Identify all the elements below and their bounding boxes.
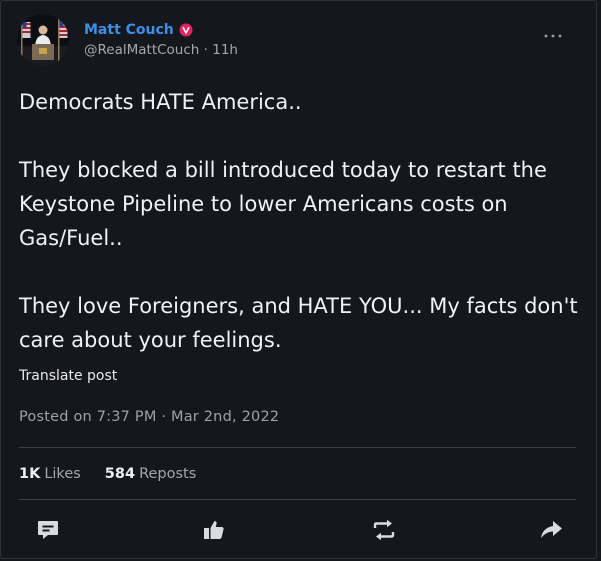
divider xyxy=(19,499,576,500)
comment-icon xyxy=(38,521,58,539)
post-card: Matt Couch @RealMattCouch · 11h Democrat… xyxy=(0,0,597,559)
translate-post-link[interactable]: Translate post xyxy=(19,368,117,384)
likes-label: Likes xyxy=(44,466,81,482)
reposts-label: Reposts xyxy=(139,466,197,482)
author-handle[interactable]: @RealMattCouch xyxy=(84,42,199,58)
share-arrow-icon xyxy=(541,521,562,538)
author-display-name[interactable]: Matt Couch xyxy=(84,22,174,38)
post-stats: 1K Likes 584 Reposts xyxy=(19,466,196,482)
verified-badge-icon xyxy=(179,23,193,37)
likes-count: 1K xyxy=(19,466,41,482)
likes-stat[interactable]: 1K Likes xyxy=(19,466,81,482)
action-bar xyxy=(1,517,601,547)
avatar[interactable] xyxy=(17,14,69,66)
share-button[interactable] xyxy=(538,517,564,543)
post-text: Democrats HATE America.. They blocked a … xyxy=(19,85,589,357)
like-button[interactable] xyxy=(201,517,227,543)
divider xyxy=(19,447,576,448)
separator-dot: · xyxy=(203,42,208,58)
post-timestamp[interactable]: Posted on 7:37 PM · Mar 2nd, 2022 xyxy=(19,409,279,425)
handle-row: @RealMattCouch · 11h xyxy=(84,42,238,58)
post-paragraph: They blocked a bill introduced today to … xyxy=(19,158,547,250)
post-paragraph: They love Foreigners, and HATE YOU... My… xyxy=(19,294,578,352)
reposts-count: 584 xyxy=(104,466,136,482)
reposts-stat[interactable]: 584 Reposts xyxy=(105,466,197,482)
reply-button[interactable] xyxy=(35,517,61,543)
author-info: Matt Couch @RealMattCouch · 11h xyxy=(84,21,238,58)
repost-button[interactable] xyxy=(371,517,397,543)
repost-icon xyxy=(373,519,395,541)
more-options-button[interactable] xyxy=(542,28,564,44)
thumbs-up-icon xyxy=(204,521,224,539)
post-paragraph: Democrats HATE America.. xyxy=(19,90,302,114)
post-time-ago[interactable]: 11h xyxy=(212,42,238,58)
post-header: Matt Couch @RealMattCouch · 11h xyxy=(17,14,576,66)
ellipsis-icon xyxy=(544,34,562,38)
